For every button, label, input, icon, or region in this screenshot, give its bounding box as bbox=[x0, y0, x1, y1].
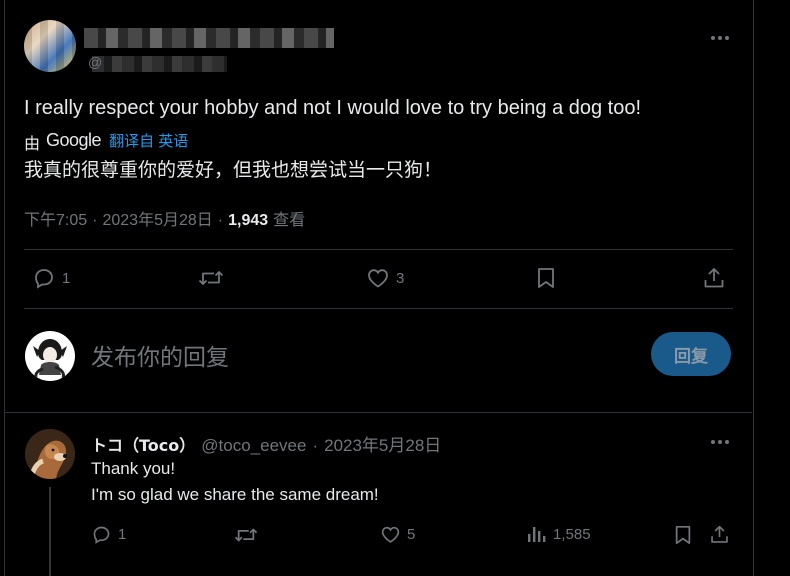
divider bbox=[5, 412, 752, 413]
share-action[interactable] bbox=[702, 266, 726, 290]
more-icon[interactable] bbox=[710, 28, 730, 48]
reply-handle[interactable]: @toco_eevee bbox=[201, 436, 306, 456]
reply-text-line1: Thank you! bbox=[91, 459, 176, 478]
reply-count: 1 bbox=[62, 269, 71, 287]
views-count[interactable]: 1,943 bbox=[228, 212, 268, 230]
retweet-icon bbox=[234, 524, 258, 546]
retweet-action[interactable] bbox=[234, 524, 258, 546]
share-action[interactable] bbox=[709, 524, 730, 545]
share-icon bbox=[709, 524, 730, 545]
like-count: 3 bbox=[396, 269, 405, 287]
author-handle-redacted[interactable] bbox=[92, 56, 227, 72]
reply-action[interactable]: 1 bbox=[91, 524, 126, 545]
reply-display-name[interactable]: トコ（Toco） bbox=[91, 432, 195, 456]
reply-action[interactable]: 1 bbox=[32, 266, 70, 290]
reply-icon bbox=[91, 524, 112, 545]
views-action[interactable]: 1,585 bbox=[527, 524, 591, 544]
like-count: 5 bbox=[407, 526, 416, 543]
reply-button[interactable]: 回复 bbox=[651, 332, 731, 376]
more-icon[interactable] bbox=[710, 432, 730, 452]
reply-author-avatar[interactable] bbox=[25, 429, 75, 479]
meta-separator: · bbox=[92, 212, 98, 229]
thread-line bbox=[49, 487, 51, 576]
divider bbox=[24, 308, 733, 309]
retweet-icon bbox=[198, 266, 224, 290]
tweet-date[interactable]: 2023年5月28日 bbox=[102, 206, 212, 230]
reply-count: 1 bbox=[118, 526, 127, 543]
tweet-meta: 下午7:05 · 2023年5月28日 · 1,943 查看 bbox=[24, 206, 305, 230]
bookmark-action[interactable] bbox=[535, 266, 557, 290]
composer-avatar[interactable] bbox=[25, 331, 75, 381]
views-label: 查看 bbox=[273, 212, 306, 229]
author-avatar[interactable] bbox=[24, 20, 76, 72]
views-icon bbox=[527, 524, 547, 544]
bookmark-icon bbox=[673, 524, 693, 546]
meta-separator: · bbox=[217, 212, 224, 229]
reply-header: トコ（Toco） @toco_eevee · 2023年5月28日 bbox=[91, 431, 441, 456]
like-action[interactable]: 3 bbox=[366, 266, 404, 290]
google-logo: Google bbox=[46, 129, 102, 150]
like-action[interactable]: 5 bbox=[380, 524, 415, 545]
translation-attribution: 由 Google 翻译自 英语 bbox=[24, 126, 188, 154]
retweet-action[interactable] bbox=[198, 266, 224, 290]
reply-input[interactable]: 发布你的回复 bbox=[91, 338, 229, 372]
reply-text-line2: I'm so glad we share the same dream! bbox=[91, 485, 379, 504]
reply-separator: · bbox=[312, 436, 319, 455]
like-icon bbox=[366, 266, 390, 290]
author-name-redacted[interactable] bbox=[84, 28, 334, 48]
bookmark-action[interactable] bbox=[673, 524, 693, 546]
translated-text: 我真的很尊重你的爱好，但我也想尝试当一只狗！ bbox=[24, 159, 443, 181]
tweet-time[interactable]: 下午7:05 bbox=[24, 206, 87, 230]
divider bbox=[24, 249, 733, 250]
views-count: 1,585 bbox=[553, 525, 591, 543]
translation-prefix: 由 bbox=[24, 136, 41, 153]
reply-icon bbox=[32, 266, 56, 290]
tweet-text: I really respect your hobby and not I wo… bbox=[24, 97, 642, 119]
like-icon bbox=[380, 524, 401, 545]
reply-date[interactable]: 2023年5月28日 bbox=[324, 431, 441, 456]
handle-at-sign: @ bbox=[88, 54, 103, 70]
share-icon bbox=[702, 266, 726, 290]
translate-link[interactable]: 翻译自 英语 bbox=[109, 130, 188, 151]
bookmark-icon bbox=[535, 266, 557, 290]
